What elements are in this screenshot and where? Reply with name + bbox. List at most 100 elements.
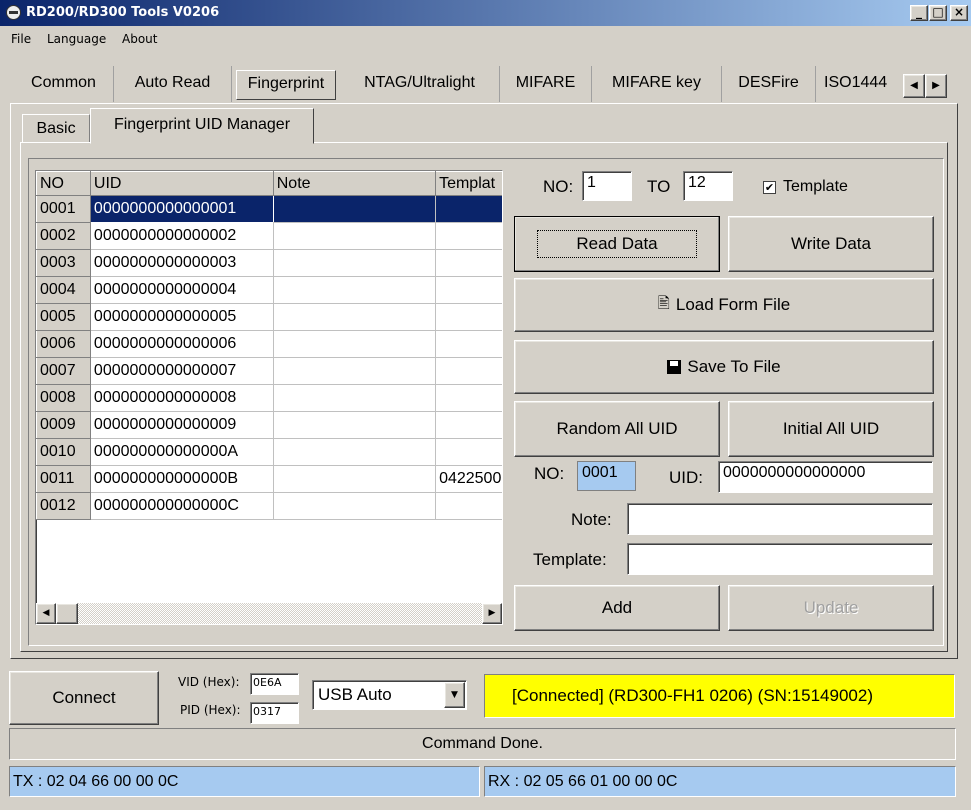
editor-note-input[interactable] (627, 503, 933, 535)
table-row[interactable]: 0007 0000000000000007 (36, 357, 502, 385)
tab-auto-read[interactable]: Auto Read (114, 66, 232, 102)
row-no-cell[interactable]: 0005 (36, 303, 91, 331)
row-uid-cell[interactable]: 0000000000000007 (90, 357, 274, 385)
subtab-basic[interactable]: Basic (22, 114, 90, 142)
scroll-right-arrow-icon[interactable]: ▶ (482, 603, 502, 624)
row-template-cell[interactable] (435, 303, 502, 331)
tab-iso14443[interactable]: ISO1444 (816, 66, 902, 102)
row-uid-cell[interactable]: 0000000000000004 (90, 276, 274, 304)
row-template-cell[interactable] (435, 276, 502, 304)
row-uid-cell[interactable]: 0000000000000008 (90, 384, 274, 412)
row-note-cell[interactable] (273, 195, 437, 223)
random-all-uid-button[interactable]: Random All UID (514, 401, 720, 457)
row-no-cell[interactable]: 0010 (36, 438, 91, 466)
row-uid-cell[interactable]: 000000000000000B (90, 465, 274, 493)
row-uid-cell[interactable]: 000000000000000C (90, 492, 274, 520)
table-row[interactable]: 0010 000000000000000A (36, 438, 502, 466)
table-row[interactable]: 0002 0000000000000002 (36, 222, 502, 250)
chevron-down-icon[interactable]: ▼ (444, 682, 465, 708)
read-data-button[interactable]: Read Data (514, 216, 720, 272)
row-template-cell[interactable] (435, 222, 502, 250)
row-no-cell[interactable]: 0012 (36, 492, 91, 520)
row-no-cell[interactable]: 0002 (36, 222, 91, 250)
row-no-cell[interactable]: 0001 (36, 195, 91, 223)
row-note-cell[interactable] (273, 465, 437, 493)
load-form-file-button[interactable]: 🖹 Load Form File (514, 278, 934, 332)
subtab-fingerprint-uid-manager[interactable]: Fingerprint UID Manager (90, 108, 314, 144)
pid-input[interactable]: 0317 (250, 702, 299, 724)
row-uid-cell[interactable]: 0000000000000006 (90, 330, 274, 358)
table-row[interactable]: 0012 000000000000000C (36, 492, 502, 520)
tab-common[interactable]: Common (14, 66, 114, 102)
row-note-cell[interactable] (273, 384, 437, 412)
row-note-cell[interactable] (273, 276, 437, 304)
table-row[interactable]: 0005 0000000000000005 (36, 303, 502, 331)
initial-all-uid-button[interactable]: Initial All UID (728, 401, 934, 457)
row-template-cell[interactable] (435, 330, 502, 358)
row-no-cell[interactable]: 0003 (36, 249, 91, 277)
menu-about[interactable]: About (122, 32, 157, 46)
column-no[interactable]: NO (36, 171, 91, 196)
tab-mifare[interactable]: MIFARE (500, 66, 592, 102)
scrollbar-thumb[interactable] (56, 603, 78, 624)
row-note-cell[interactable] (273, 492, 437, 520)
row-template-cell[interactable] (435, 357, 502, 385)
column-uid[interactable]: UID (89, 171, 274, 196)
menu-file[interactable]: File (11, 32, 31, 46)
usb-mode-select[interactable]: USB Auto ▼ (312, 680, 467, 710)
row-no-cell[interactable]: 0007 (36, 357, 91, 385)
tab-ntag-ultralight[interactable]: NTAG/Ultralight (340, 66, 500, 102)
row-note-cell[interactable] (273, 222, 437, 250)
row-note-cell[interactable] (273, 303, 437, 331)
row-template-cell[interactable] (435, 249, 502, 277)
template-checkbox[interactable]: ✔ (763, 181, 776, 194)
row-template-cell[interactable] (435, 492, 502, 520)
row-uid-cell[interactable]: 0000000000000003 (90, 249, 274, 277)
row-note-cell[interactable] (273, 330, 437, 358)
editor-template-input[interactable] (627, 543, 933, 575)
table-row[interactable]: 0011 000000000000000B 0422500 (36, 465, 502, 493)
horizontal-scrollbar[interactable]: ◀ ▶ (36, 603, 502, 624)
row-uid-cell[interactable]: 0000000000000002 (90, 222, 274, 250)
row-note-cell[interactable] (273, 411, 437, 439)
row-no-cell[interactable]: 0009 (36, 411, 91, 439)
row-template-cell[interactable] (435, 195, 502, 223)
row-uid-cell[interactable]: 0000000000000009 (90, 411, 274, 439)
menu-language[interactable]: Language (47, 32, 106, 46)
save-to-file-button[interactable]: Save To File (514, 340, 934, 394)
row-no-cell[interactable]: 0008 (36, 384, 91, 412)
maximize-button[interactable]: □ (929, 5, 947, 21)
row-uid-cell[interactable]: 000000000000000A (90, 438, 274, 466)
tab-scroll-left-button[interactable]: ◀ (903, 74, 925, 98)
minimize-button[interactable]: _ (910, 5, 928, 21)
write-data-button[interactable]: Write Data (728, 216, 934, 272)
row-no-cell[interactable]: 0011 (36, 465, 91, 493)
add-button[interactable]: Add (514, 585, 720, 631)
row-uid-cell[interactable]: 0000000000000001 (89, 195, 274, 223)
row-template-cell[interactable]: 0422500 (435, 465, 502, 493)
vid-input[interactable]: 0E6A (250, 673, 299, 695)
row-note-cell[interactable] (273, 438, 437, 466)
row-note-cell[interactable] (273, 249, 437, 277)
table-row[interactable]: 0001 0000000000000001 (36, 195, 502, 223)
column-note[interactable]: Note (272, 171, 437, 196)
table-row[interactable]: 0003 0000000000000003 (36, 249, 502, 277)
table-row[interactable]: 0004 0000000000000004 (36, 276, 502, 304)
uid-table[interactable]: NO UID Note Templat 0001 0000000000000001… (35, 170, 503, 625)
scroll-left-arrow-icon[interactable]: ◀ (36, 603, 56, 624)
table-row[interactable]: 0006 0000000000000006 (36, 330, 502, 358)
tab-scroll-right-button[interactable]: ▶ (925, 74, 947, 98)
row-template-cell[interactable] (435, 411, 502, 439)
row-no-cell[interactable]: 0004 (36, 276, 91, 304)
column-template[interactable]: Templat (435, 171, 502, 196)
range-to-input[interactable]: 12 (683, 171, 733, 201)
row-uid-cell[interactable]: 0000000000000005 (90, 303, 274, 331)
close-button[interactable]: × (950, 5, 968, 21)
table-row[interactable]: 0009 0000000000000009 (36, 411, 502, 439)
table-row[interactable]: 0008 0000000000000008 (36, 384, 502, 412)
row-template-cell[interactable] (435, 438, 502, 466)
tab-mifare-key[interactable]: MIFARE key (592, 66, 722, 102)
tab-desfire[interactable]: DESFire (722, 66, 816, 102)
tab-fingerprint[interactable]: Fingerprint (236, 70, 336, 100)
range-from-input[interactable]: 1 (582, 171, 632, 201)
